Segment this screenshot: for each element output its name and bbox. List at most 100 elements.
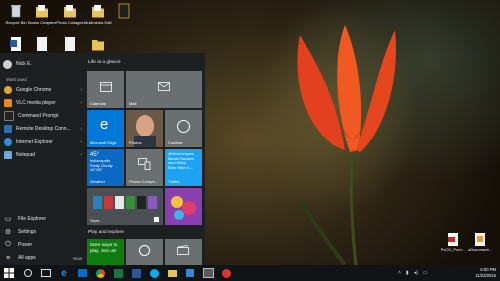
settings-gear-icon: ⚙ xyxy=(4,229,12,236)
weather-line-3: 44°/39° xyxy=(90,168,103,173)
edge-icon: e xyxy=(61,267,67,279)
app-google-chrome[interactable]: Google Chrome › xyxy=(4,84,82,96)
taskbar-app-media[interactable] xyxy=(220,267,232,279)
folder-icon xyxy=(92,40,104,51)
taskbar-search-button[interactable] xyxy=(22,267,34,279)
desktop-icon-adocument[interactable]: aDocument... xyxy=(467,232,493,252)
skype-icon xyxy=(149,268,159,278)
user-account[interactable]: Nick E. xyxy=(3,58,32,70)
desktop-icon-document[interactable] xyxy=(28,36,56,52)
vlc-icon xyxy=(4,99,12,107)
taskbar-app-outlook[interactable] xyxy=(76,267,88,279)
start-tiles-area: Life at a glance Calendar Mail e Microso… xyxy=(85,53,205,265)
tile-weather[interactable]: 45° Indianapolis Partly Cloudy 44°/39° W… xyxy=(87,149,124,186)
submenu-chevron-icon[interactable]: › xyxy=(80,152,82,158)
store-app-thumbnails xyxy=(93,196,157,209)
folder-icon xyxy=(36,5,48,18)
desktop-icon-folder-2[interactable] xyxy=(84,36,112,52)
desktop-icon-document-2[interactable] xyxy=(56,36,84,52)
tile-candy-crush[interactable] xyxy=(165,188,202,225)
candy-crush-image xyxy=(165,188,202,225)
tile-photos[interactable]: Photos xyxy=(126,110,163,147)
submenu-chevron-icon[interactable]: › xyxy=(80,139,82,145)
clock-date: 11/23/2015 xyxy=(475,272,496,278)
taskbar-app-chrome[interactable] xyxy=(94,267,106,279)
desktop-icon-folder[interactable] xyxy=(110,3,138,20)
start-menu: Nick E. Most used Google Chrome › VLC me… xyxy=(0,53,205,265)
notifications-icon[interactable]: ▭ xyxy=(423,270,428,276)
edge-icon: e xyxy=(100,116,109,133)
photos-icon xyxy=(202,268,214,278)
submenu-chevron-icon[interactable]: › xyxy=(80,87,82,93)
movies-tv-icon xyxy=(177,245,189,255)
command-prompt-icon xyxy=(4,111,14,121)
app-remote-desktop[interactable]: Remote Desktop Conn... › xyxy=(4,123,82,135)
tile-movies-tv[interactable] xyxy=(165,239,202,265)
taskbar: e ˄ ▮ ◂) ▭ 6:00 PM 11/23/2015 xyxy=(0,265,500,281)
app-command-prompt[interactable]: Command Prompt xyxy=(4,110,82,122)
user-name: Nick E. xyxy=(16,61,32,67)
start-all-apps[interactable]: ≡ All apps New xyxy=(4,252,82,264)
start-menu-left-rail: Nick E. Most used Google Chrome › VLC me… xyxy=(0,53,85,265)
all-apps-icon: ≡ xyxy=(5,254,11,262)
groove-music-icon xyxy=(139,245,150,256)
submenu-chevron-icon[interactable]: › xyxy=(80,100,82,106)
network-icon[interactable]: ▮ xyxy=(406,270,409,276)
start-file-explorer[interactable]: ▭ File Explorer xyxy=(4,213,82,225)
taskbar-app-store[interactable] xyxy=(184,267,196,279)
tile-calendar[interactable]: Calendar xyxy=(87,71,124,108)
tile-microsoft-edge[interactable]: e Microsoft Edge xyxy=(87,110,124,147)
tile-group-title-play: Play and explore xyxy=(88,230,124,235)
document-icon xyxy=(37,37,47,51)
taskbar-app-excel[interactable] xyxy=(112,267,124,279)
remote-desktop-icon xyxy=(4,125,12,133)
tile-twitter[interactable]: @rfevershanes Bernie Sanders and Hillary… xyxy=(165,149,202,186)
desktop-icon-recycle-bin[interactable]: Recycle Bin xyxy=(2,3,30,25)
search-icon xyxy=(24,269,32,277)
folder-icon xyxy=(64,5,76,18)
taskbar-app-word[interactable] xyxy=(130,267,142,279)
power-icon: ⏻ xyxy=(5,241,11,248)
folder-icon xyxy=(118,3,130,19)
taskbar-app-edge[interactable]: e xyxy=(58,267,70,279)
tile-mail[interactable]: Mail xyxy=(126,71,202,108)
file-explorer-icon: ▭ xyxy=(4,216,12,223)
calendar-icon xyxy=(100,82,112,92)
weather-temperature: 45° xyxy=(90,152,100,158)
twitter-line-4: Killer Mike in... xyxy=(168,165,193,170)
outlook-icon xyxy=(77,269,87,277)
windows-logo-icon xyxy=(4,268,14,278)
start-button[interactable] xyxy=(3,267,15,279)
desktop-icon-word-doc[interactable] xyxy=(2,36,30,52)
word-icon xyxy=(131,268,141,278)
tile-groove-music[interactable] xyxy=(126,239,163,265)
tile-phone-companion[interactable]: Phone Compa... xyxy=(126,149,163,186)
notepad-icon xyxy=(4,151,12,159)
tile-store[interactable]: Store xyxy=(87,188,163,225)
desktop-icon-pdf[interactable]: PvCD_Porn... xyxy=(440,232,466,252)
internet-explorer-icon xyxy=(4,138,12,146)
taskbar-app-file-explorer[interactable] xyxy=(166,267,178,279)
tile-group-title-life: Life at a glance xyxy=(88,60,121,65)
start-settings[interactable]: ⚙ Settings xyxy=(4,226,82,238)
user-avatar xyxy=(3,59,12,69)
document-icon xyxy=(475,233,485,246)
chevron-up-icon[interactable]: ˄ xyxy=(398,270,401,276)
app-notepad[interactable]: Notepad › xyxy=(4,149,82,161)
taskbar-clock[interactable]: 6:00 PM 11/23/2015 xyxy=(475,267,496,278)
taskbar-app-skype[interactable] xyxy=(148,267,160,279)
submenu-chevron-icon[interactable]: › xyxy=(80,126,82,132)
app-internet-explorer[interactable]: Internet Explorer › xyxy=(4,136,82,148)
app-vlc[interactable]: VLC media player › xyxy=(4,97,82,109)
store-icon xyxy=(186,269,194,277)
desktop-icon-photo-collages[interactable]: Photo Collages xyxy=(56,3,84,25)
desktop-icon-books-chapters[interactable]: Books Chapters xyxy=(28,3,56,25)
tile-cortana[interactable]: Cortana xyxy=(165,110,202,147)
volume-icon[interactable]: ◂) xyxy=(414,270,418,276)
desktop-icon-multimedia-edits[interactable]: Multimedia Edits xyxy=(84,3,112,25)
cortana-icon xyxy=(177,120,190,133)
tile-xbox[interactable]: More ways to play. Join us! xyxy=(87,239,124,265)
taskbar-task-view-button[interactable] xyxy=(40,267,52,279)
start-power[interactable]: ⏻ Power xyxy=(4,239,82,251)
taskbar-app-photos[interactable] xyxy=(202,267,214,279)
